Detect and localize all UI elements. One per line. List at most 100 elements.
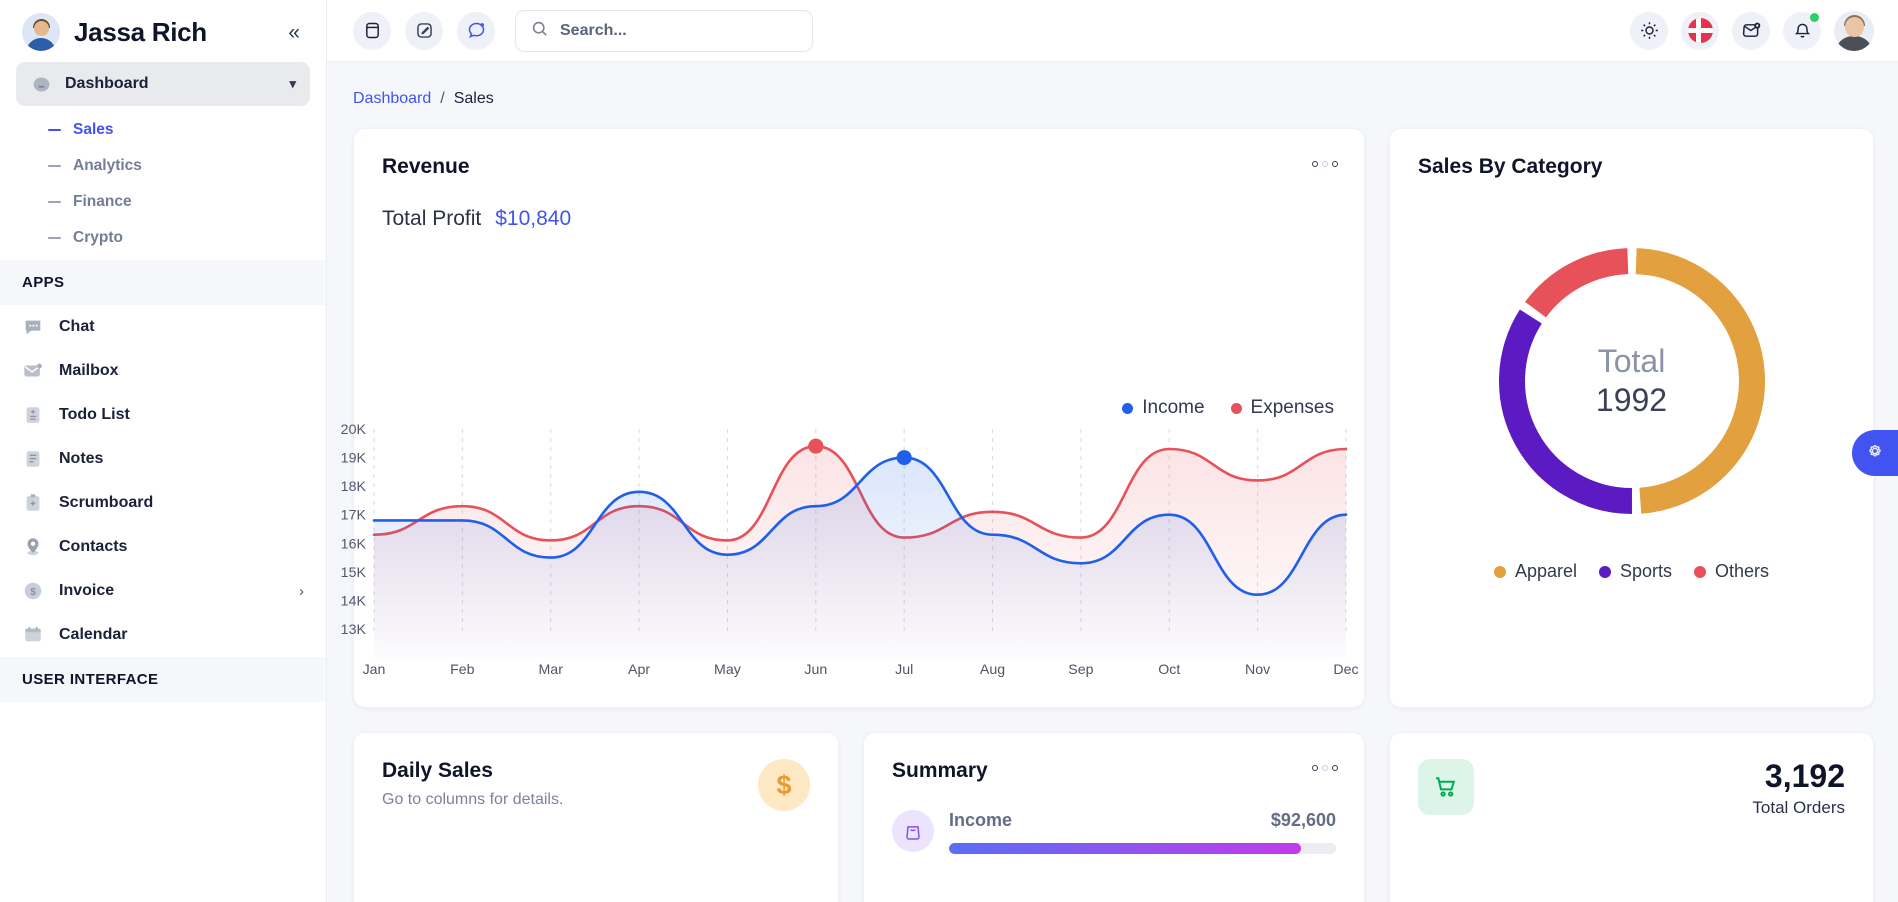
sales-by-category-title: Sales By Category bbox=[1418, 155, 1603, 178]
summary-income-body: Income $92,600 bbox=[949, 810, 1336, 854]
avatar[interactable] bbox=[1834, 10, 1874, 51]
sidebar-item-notes-label: Notes bbox=[59, 450, 104, 467]
sidebar-item-finance-label: Finance bbox=[73, 193, 132, 210]
revenue-card: Revenue Total Profit $10,840 Income Expe… bbox=[341, 128, 1365, 708]
edit-pencil-icon[interactable] bbox=[405, 11, 443, 50]
legend-income-dot bbox=[1122, 402, 1134, 414]
legend-expenses[interactable]: Expenses bbox=[1230, 397, 1334, 419]
svg-text:Oct: Oct bbox=[1158, 661, 1180, 677]
search-box[interactable] bbox=[515, 9, 813, 52]
shopping-cart-icon bbox=[1418, 759, 1474, 815]
chat-bubble-icon bbox=[22, 316, 44, 338]
search-icon bbox=[530, 19, 549, 43]
dashboard-icon bbox=[30, 73, 52, 95]
mail-icon[interactable] bbox=[1732, 11, 1770, 50]
sidebar-item-calendar-label: Calendar bbox=[59, 626, 128, 643]
breadcrumb-current: Sales bbox=[453, 90, 494, 107]
sidebar-collapse-button[interactable]: « bbox=[282, 20, 306, 45]
svg-text:Jan: Jan bbox=[363, 661, 386, 677]
chevron-right-icon: › bbox=[299, 582, 304, 600]
donut-center-text: Total 1992 bbox=[1482, 231, 1782, 531]
svg-text:13K: 13K bbox=[341, 621, 367, 637]
sidebar-item-notes[interactable]: Notes bbox=[0, 437, 326, 481]
summary-menu-button[interactable] bbox=[1312, 765, 1338, 771]
summary-income-line: Income $92,600 bbox=[949, 810, 1336, 831]
sidebar-item-crypto-label: Crypto bbox=[73, 229, 123, 246]
legend-apparel[interactable]: Apparel bbox=[1493, 561, 1577, 582]
svg-text:Dec: Dec bbox=[1333, 661, 1358, 677]
sidebar-item-dashboard-label: Dashboard bbox=[65, 75, 149, 92]
legend-others[interactable]: Others bbox=[1694, 561, 1769, 582]
todo-list-icon bbox=[22, 404, 44, 426]
sidebar-item-sales[interactable]: Sales bbox=[0, 112, 326, 148]
sidebar-item-invoice-label: Invoice bbox=[59, 582, 115, 599]
summary-income-amount: $92,600 bbox=[1270, 810, 1336, 830]
svg-text:Nov: Nov bbox=[1245, 661, 1270, 677]
bottom-cards-row: Daily Sales Go to columns for details. $… bbox=[353, 732, 1874, 902]
notification-dot bbox=[1810, 12, 1819, 22]
bag-icon bbox=[892, 810, 934, 852]
total-orders-values: 3,192 Total Orders bbox=[1752, 758, 1845, 818]
search-input[interactable] bbox=[560, 21, 798, 40]
summary-row-income: Income $92,600 bbox=[892, 810, 1336, 854]
topbar bbox=[327, 0, 1898, 62]
svg-text:Jul: Jul bbox=[895, 661, 913, 677]
sun-icon[interactable] bbox=[1630, 11, 1668, 50]
svg-text:Jun: Jun bbox=[804, 661, 827, 677]
breadcrumb-dashboard[interactable]: Dashboard bbox=[353, 90, 431, 108]
revenue-legend: Income Expenses bbox=[1122, 397, 1334, 419]
sidebar-item-todo-list-label: Todo List bbox=[59, 406, 130, 423]
legend-sports[interactable]: Sports bbox=[1598, 561, 1672, 582]
sidebar-item-calendar[interactable]: Calendar bbox=[0, 613, 326, 657]
bell-icon[interactable] bbox=[1783, 11, 1821, 50]
sidebar-item-sales-label: Sales bbox=[73, 121, 114, 138]
legend-apparel-dot bbox=[1493, 565, 1506, 578]
revenue-line-chart: 13K 14K 15K 16K 17K 18K 19K 20K Jan Feb Mar Apr May… bbox=[341, 421, 1359, 689]
sidebar-item-invoice[interactable]: $ Invoice › bbox=[0, 569, 326, 613]
box-icon[interactable] bbox=[353, 11, 391, 50]
summary-title: Summary bbox=[892, 759, 988, 782]
sidebar-item-chat[interactable]: Chat bbox=[0, 305, 326, 349]
legend-income-label: Income bbox=[1142, 397, 1205, 418]
content-area: Dashboard / Sales Revenue Total Profit $… bbox=[327, 62, 1898, 902]
sidebar-item-contacts[interactable]: Contacts bbox=[0, 525, 326, 569]
daily-sales-card: Daily Sales Go to columns for details. $ bbox=[353, 732, 839, 902]
donut-total-label: Total bbox=[1597, 343, 1666, 379]
sidebar-item-finance[interactable]: Finance bbox=[0, 184, 326, 220]
total-orders-card: 3,192 Total Orders bbox=[1389, 732, 1874, 902]
breadcrumb-separator: / bbox=[440, 90, 445, 107]
chat-notify-icon[interactable] bbox=[457, 11, 495, 50]
sidebar-item-contacts-label: Contacts bbox=[59, 538, 128, 555]
summary-card: Summary Income $92,600 bbox=[863, 732, 1365, 902]
app-root: Jassa Rich « Dashboard ▾ Sales Analytics bbox=[0, 0, 1898, 902]
dollar-icon: $ bbox=[758, 759, 810, 811]
dash-icon bbox=[48, 201, 61, 203]
svg-text:Mar: Mar bbox=[539, 661, 564, 677]
total-profit-label: Total Profit bbox=[382, 207, 482, 230]
total-profit: Total Profit $10,840 bbox=[382, 207, 1336, 231]
dash-icon bbox=[48, 237, 61, 239]
svg-text:16K: 16K bbox=[341, 535, 367, 551]
sidebar-item-scrumboard[interactable]: Scrumboard bbox=[0, 481, 326, 525]
legend-income[interactable]: Income bbox=[1122, 397, 1205, 419]
flag-denmark-icon[interactable] bbox=[1681, 11, 1719, 50]
mail-icon bbox=[22, 360, 44, 382]
chevron-down-icon: ▾ bbox=[289, 76, 296, 91]
summary-income-progress-fill bbox=[949, 843, 1302, 854]
summary-income-progress bbox=[949, 843, 1336, 854]
sidebar-item-analytics[interactable]: Analytics bbox=[0, 148, 326, 184]
dash-icon bbox=[48, 165, 61, 167]
settings-tab-button[interactable] bbox=[1852, 430, 1898, 476]
brand-avatar bbox=[22, 13, 60, 51]
sidebar-item-mailbox[interactable]: Mailbox bbox=[0, 349, 326, 393]
total-orders-row: 3,192 Total Orders bbox=[1418, 758, 1845, 818]
sidebar-item-crypto[interactable]: Crypto bbox=[0, 220, 326, 256]
revenue-menu-button[interactable] bbox=[1312, 161, 1338, 167]
sidebar-item-chat-label: Chat bbox=[59, 318, 95, 335]
dollar-circle-icon: $ bbox=[22, 580, 44, 602]
daily-sales-subtitle: Go to columns for details. bbox=[382, 791, 564, 808]
legend-others-dot bbox=[1694, 565, 1707, 578]
donut-chart-area: Total 1992 Apparel Sports Others bbox=[1418, 231, 1845, 582]
sidebar-item-todo-list[interactable]: Todo List bbox=[0, 393, 326, 437]
sidebar-item-dashboard[interactable]: Dashboard ▾ bbox=[16, 62, 310, 106]
